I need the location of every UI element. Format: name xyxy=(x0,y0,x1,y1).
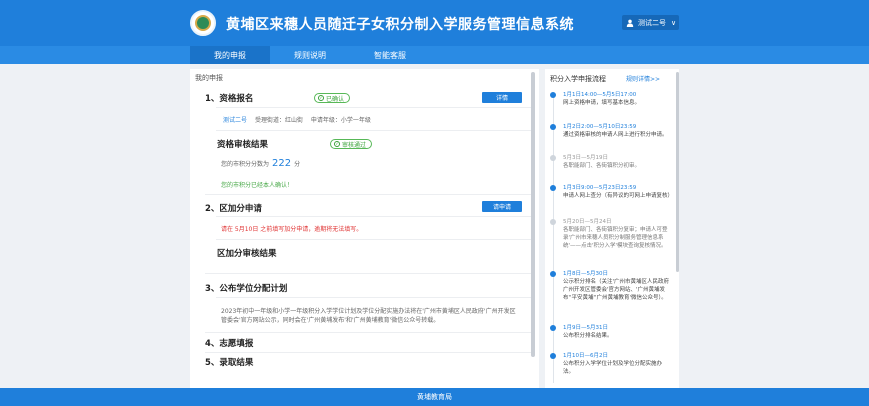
timeline-desc: 各职能部门、各街镇积分复审；申请人可登录'广州市来穗人员积分制服务管理信息系统'… xyxy=(563,227,668,249)
user-name: 测试二号 xyxy=(638,18,666,27)
timeline-date: 1月10日—6月2日 xyxy=(563,353,608,359)
review-title: 资格审核结果 xyxy=(217,140,269,150)
timeline-dot xyxy=(550,325,556,331)
divider xyxy=(216,239,534,240)
district-review-title: 区加分审核结果 xyxy=(217,249,277,259)
timeline-dot xyxy=(550,124,556,130)
divider xyxy=(205,273,534,274)
footer: 黄埔教育局 xyxy=(0,388,869,406)
timeline-dot xyxy=(550,92,556,98)
divider xyxy=(216,216,534,217)
timeline-desc: 各职能部门、各街镇积分初审。 xyxy=(563,163,641,169)
section-4-title: 4、志愿填报 xyxy=(205,339,254,349)
timeline-line xyxy=(553,93,554,383)
section-3-title: 3、公布学位分配计划 xyxy=(205,284,288,294)
apply-button[interactable]: 请申请 xyxy=(482,201,522,212)
timeline-dot xyxy=(550,155,556,161)
main-scrollbar[interactable] xyxy=(531,72,535,357)
tab-my-application[interactable]: 我的申报 xyxy=(190,46,270,64)
timeline-date: 1月3日9:00—5月23日23:59 xyxy=(563,185,637,191)
site-title: 黄埔区来穗人员随迁子女积分制入学服务管理信息系统 xyxy=(226,17,574,33)
divider xyxy=(216,107,534,108)
chevron-down-icon: ∨ xyxy=(671,18,677,27)
score-value: 222 xyxy=(272,158,292,169)
user-icon xyxy=(626,19,634,27)
timeline-desc: 通过资格审核的申请人网上进行积分申请。 xyxy=(563,132,668,138)
timeline-date: 5月20日—5月24日 xyxy=(563,219,612,225)
timeline-desc: 申请人网上查分（有异议的可网上申请复核） xyxy=(563,193,674,199)
section-5-title: 5、录取结果 xyxy=(205,358,254,368)
score-line: 您的市积分分数为 222 分 xyxy=(221,158,301,169)
nav-bar: 我的申报 规则说明 智能客服 xyxy=(0,46,869,64)
timeline-date: 1月1日14:00—5月5日17:00 xyxy=(563,92,637,98)
applicant-info: 测试二号 受理街道：红山街 申请年级：小学一年级 xyxy=(223,117,371,124)
process-title: 积分入学申报流程 xyxy=(550,75,606,83)
user-menu[interactable]: 测试二号 ∨ xyxy=(622,15,679,30)
timeline-desc: 网上资格申请，填写基本信息。 xyxy=(563,100,641,106)
timeline-desc: 公示积分排名（关注'广州市黄埔区人民政府 广州开发区管委会'官方网站、'广州黄埔… xyxy=(563,279,670,301)
divider xyxy=(216,297,534,298)
status-badge: ✓ 已确认 xyxy=(314,93,351,103)
section-2-title: 2、区加分申请 xyxy=(205,204,262,214)
detail-button[interactable]: 详情 xyxy=(482,92,522,103)
timeline-date: 1月9日—5月31日 xyxy=(563,325,608,331)
timeline-date: 1月8日—5月30日 xyxy=(563,271,608,277)
timeline-dot xyxy=(550,219,556,225)
header: 黄埔区来穗人员随迁子女积分制入学服务管理信息系统 测试二号 ∨ xyxy=(0,0,869,46)
check-icon: ✓ xyxy=(318,95,324,101)
rules-detail-link[interactable]: 规则详情>> xyxy=(626,74,660,83)
tab-smart-service[interactable]: 智能客服 xyxy=(350,46,430,64)
divider xyxy=(205,352,534,353)
check-icon: ✓ xyxy=(334,141,340,147)
divider xyxy=(216,130,534,131)
tab-rules[interactable]: 规则说明 xyxy=(270,46,350,64)
score-confirmed-text: 您的市积分已经本人确认！ xyxy=(221,182,294,189)
deadline-notice: 请在 5月10日 之前填写加分申请，逾期将无法填写。 xyxy=(221,226,363,233)
review-status-badge: ✓ 审核通过 xyxy=(330,139,373,149)
main-panel: 我的申报 1、资格报名 ✓ 已确认 详情 测试二号 受理街道：红山街 申请年级：… xyxy=(190,69,539,389)
timeline-date: 5月3日—5月19日 xyxy=(563,155,608,161)
timeline-desc: 公布积分排名结果。 xyxy=(563,333,613,339)
divider xyxy=(205,194,534,195)
applicant-name-link[interactable]: 测试二号 xyxy=(223,117,247,124)
timeline-desc: 公布积分入学学位计划及学位分配实施办法。 xyxy=(563,361,663,375)
timeline-dot xyxy=(550,271,556,277)
timeline-dot xyxy=(550,185,556,191)
section-1-title: 1、资格报名 xyxy=(205,94,254,104)
divider xyxy=(205,332,534,333)
timeline-date: 1月2日2:00—5月10日23:59 xyxy=(563,124,637,130)
timeline-dot xyxy=(550,353,556,359)
plan-description: 2023年初中一年级和小学一年级积分入学学位计划及学位分配实施办法将在'广州市黄… xyxy=(221,308,516,324)
side-scrollbar[interactable] xyxy=(676,72,679,272)
panel-title: 我的申报 xyxy=(195,74,223,82)
logo xyxy=(190,10,216,36)
process-panel: 积分入学申报流程 规则详情>> 1月1日14:00—5月5日17:00 网上资格申… xyxy=(545,69,679,389)
